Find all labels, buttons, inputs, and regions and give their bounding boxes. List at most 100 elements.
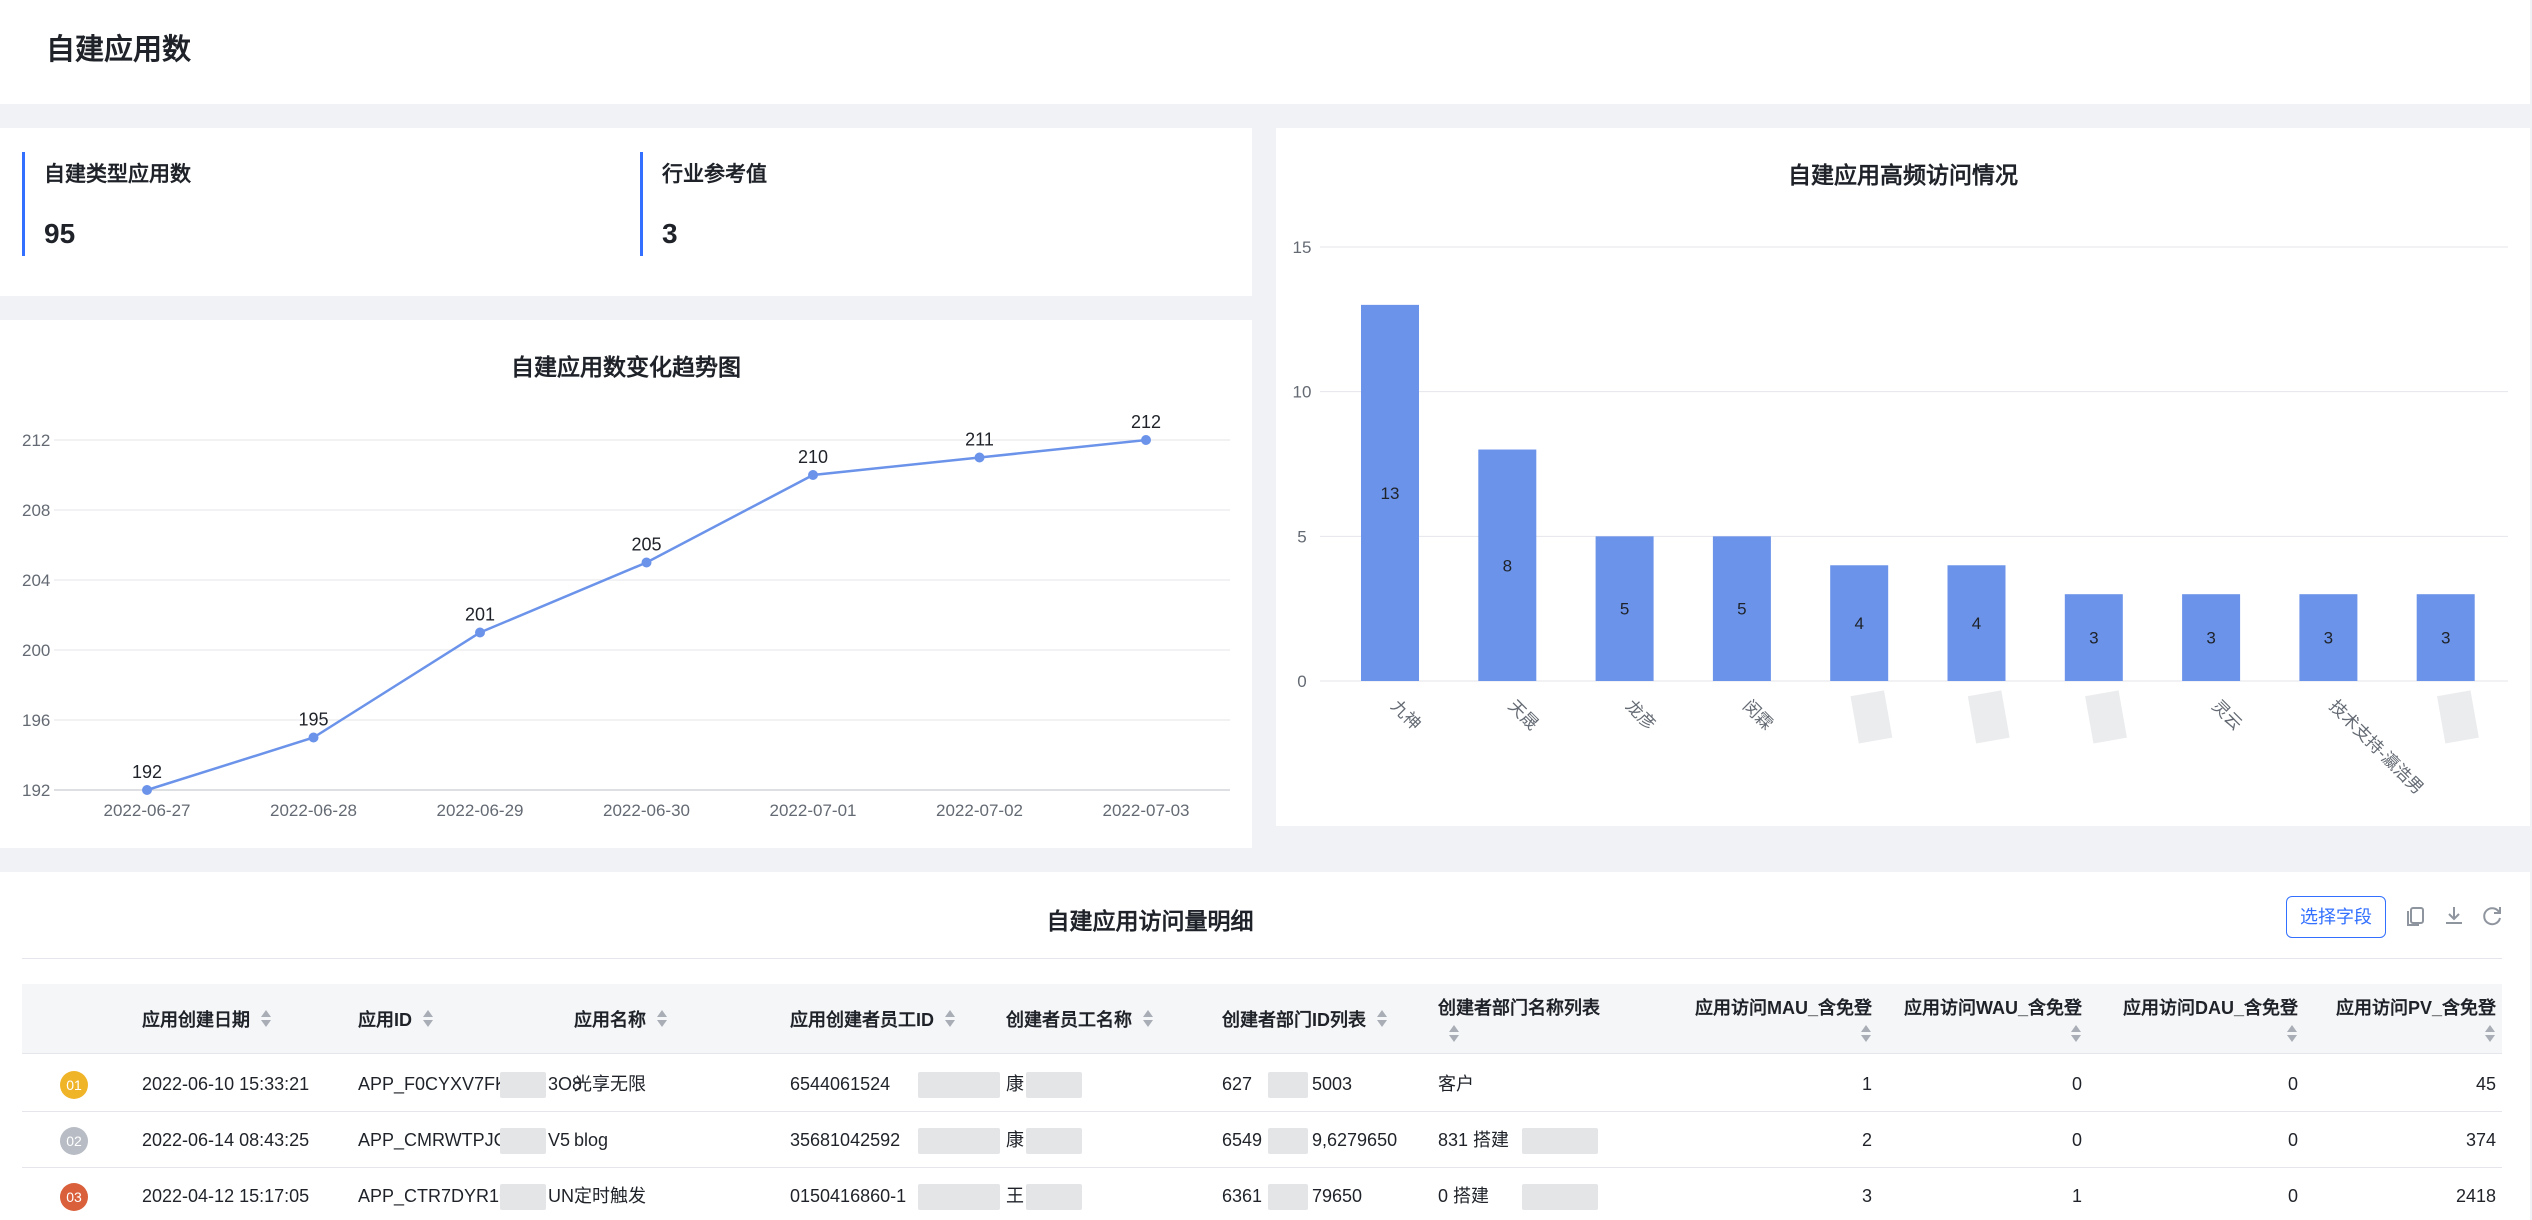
x-tick-label: 灵云 bbox=[2208, 696, 2245, 733]
cell-dept-ids-tail: 9,6279650 bbox=[1312, 1130, 1398, 1150]
sort-icon[interactable] bbox=[656, 1009, 668, 1029]
download-icon[interactable] bbox=[2440, 902, 2468, 930]
bar-value-label: 5 bbox=[1737, 600, 1746, 619]
cell-creator-name: 王 bbox=[1006, 1186, 1024, 1206]
data-point bbox=[475, 627, 485, 638]
refresh-icon[interactable] bbox=[2478, 902, 2506, 930]
redacted-block bbox=[1268, 1184, 1308, 1210]
bar-value-label: 3 bbox=[2089, 629, 2098, 648]
sort-icon[interactable] bbox=[2484, 1024, 2496, 1044]
y-tick-label: 212 bbox=[22, 431, 50, 450]
trend-line-chart: 192 196 200 204 208 212 192 2022-06-27 195 2022-0… bbox=[22, 412, 1230, 820]
x-tick-label: 2022-06-29 bbox=[437, 801, 524, 820]
table-row[interactable]: 03 2022-04-12 15:17:05 APP_CTR7DYR1C UN 定时触发… bbox=[22, 1168, 2502, 1220]
kpi-panel: 自建类型应用数 95 行业参考值 3 bbox=[0, 128, 1252, 296]
sort-icon[interactable] bbox=[1142, 1009, 1154, 1029]
table-divider bbox=[22, 958, 2502, 959]
cell-dept-names: 831 搭建 bbox=[1438, 1130, 1510, 1150]
cell-dept-ids: 6361 bbox=[1222, 1186, 1263, 1206]
cell-mau: 1 bbox=[1861, 1074, 1872, 1094]
column-header-app-name[interactable]: 应用名称 bbox=[574, 984, 668, 1054]
redacted-label bbox=[2085, 690, 2127, 744]
cell-app-name: 光享无限 bbox=[574, 1074, 646, 1094]
column-header-pv[interactable]: 应用访问PV_含免登 bbox=[2308, 984, 2496, 1054]
y-tick-label: 196 bbox=[22, 711, 50, 730]
cell-wau: 0 bbox=[2071, 1074, 2082, 1094]
column-header-dept-names[interactable]: 创建者部门名称列表 bbox=[1438, 984, 1600, 1054]
data-label: 210 bbox=[798, 447, 828, 467]
cell-app-id: APP_CMRWTPJGS bbox=[358, 1130, 520, 1150]
data-label: 205 bbox=[631, 535, 661, 555]
x-tick-label: 九神 bbox=[1387, 696, 1424, 733]
page-title: 自建应用数 bbox=[46, 34, 192, 66]
bar-value-label: 3 bbox=[2324, 629, 2333, 648]
sort-icon[interactable] bbox=[2070, 1024, 2082, 1044]
sort-icon[interactable] bbox=[944, 1009, 956, 1029]
select-fields-button[interactable]: 选择字段 bbox=[2286, 896, 2386, 938]
sort-icon[interactable] bbox=[1860, 1024, 1872, 1044]
data-point bbox=[142, 785, 152, 795]
table-header: 应用创建日期 应用ID 应用名称 应用创建者员工ID 创建者员工名称 创建者部门… bbox=[22, 984, 2502, 1054]
table-row[interactable]: 01 2022-06-10 15:33:21 APP_F0CYXV7FK 3O8 光享无… bbox=[22, 1056, 2502, 1112]
data-label: 201 bbox=[465, 605, 495, 625]
column-header-mau[interactable]: 应用访问MAU_含免登 bbox=[1622, 984, 1872, 1054]
bar-chart: 0 5 10 15 13 九神 8 天晟 5 龙彦 5 闵霖 4 4 3 3 灵云 3 技术支持-瀛浩男 3 bbox=[1293, 238, 2508, 798]
column-header-creator-name[interactable]: 创建者员工名称 bbox=[1006, 984, 1154, 1054]
cell-creator-id: 35681042592 bbox=[790, 1130, 901, 1150]
y-tick-label: 200 bbox=[22, 641, 50, 660]
cell-app-id-tail: V5 bbox=[548, 1130, 571, 1150]
column-header-creator-id[interactable]: 应用创建者员工ID bbox=[790, 984, 956, 1054]
column-header-wau[interactable]: 应用访问WAU_含免登 bbox=[1882, 984, 2082, 1054]
redacted-block bbox=[1026, 1128, 1082, 1154]
data-label: 195 bbox=[298, 710, 328, 730]
sort-icon[interactable] bbox=[260, 1009, 272, 1029]
redacted-block bbox=[1522, 1184, 1598, 1210]
data-point bbox=[974, 452, 985, 463]
kpi-label: 自建类型应用数 bbox=[44, 163, 191, 186]
cell-creator-name: 康 bbox=[1006, 1130, 1024, 1150]
cell-mau: 3 bbox=[1861, 1186, 1872, 1206]
bar-value-label: 4 bbox=[1854, 614, 1863, 633]
table-row[interactable]: 02 2022-06-14 08:43:25 APP_CMRWTPJGS V5 blog… bbox=[22, 1112, 2502, 1168]
sort-icon[interactable] bbox=[1376, 1009, 1388, 1029]
column-header-dept-ids[interactable]: 创建者部门ID列表 bbox=[1222, 984, 1388, 1054]
column-header-create-date[interactable]: 应用创建日期 bbox=[142, 984, 272, 1054]
bar-chart-panel: 自建应用高频访问情况 0 5 10 15 13 九神 8 天晟 5 龙彦 5 闵霖 4 4 3 3 灵云 3 技术支… bbox=[1276, 128, 2530, 826]
cell-app-id: APP_F0CYXV7FK bbox=[358, 1074, 508, 1094]
redacted-block bbox=[1026, 1184, 1082, 1210]
cell-create-date: 2022-06-10 15:33:21 bbox=[142, 1074, 310, 1094]
bar-value-label: 3 bbox=[2206, 629, 2215, 648]
x-tick-label: 2022-06-27 bbox=[104, 801, 191, 820]
redacted-block bbox=[918, 1072, 1000, 1098]
data-point bbox=[1141, 435, 1151, 445]
rank-badge: 01 bbox=[60, 1071, 88, 1099]
x-tick-label: 2022-07-01 bbox=[770, 801, 857, 820]
cell-dau: 0 bbox=[2287, 1074, 2298, 1094]
data-point bbox=[308, 732, 319, 743]
sort-icon[interactable] bbox=[2286, 1024, 2298, 1044]
data-point bbox=[808, 470, 818, 480]
copy-icon[interactable] bbox=[2402, 902, 2430, 930]
cell-dept-ids-tail: 79650 bbox=[1312, 1186, 1363, 1206]
cell-pv: 45 bbox=[2475, 1074, 2496, 1094]
sort-icon[interactable] bbox=[1448, 1024, 1460, 1044]
column-header-dau[interactable]: 应用访问DAU_含免登 bbox=[2092, 984, 2298, 1054]
cell-dept-ids-tail: 5003 bbox=[1312, 1074, 1353, 1094]
redacted-block bbox=[500, 1128, 546, 1154]
redacted-block bbox=[1026, 1072, 1082, 1098]
page-header: 自建应用数 bbox=[0, 0, 2530, 104]
data-label: 212 bbox=[1131, 412, 1161, 432]
redacted-block bbox=[500, 1072, 546, 1098]
y-tick-label: 208 bbox=[22, 501, 50, 520]
column-header-app-id[interactable]: 应用ID bbox=[358, 984, 434, 1054]
bar-value-label: 13 bbox=[1381, 484, 1400, 503]
bar-value-label: 5 bbox=[1620, 600, 1629, 619]
redacted-label bbox=[1967, 690, 2010, 744]
cell-creator-id: 0150416860-1 bbox=[790, 1186, 907, 1206]
cell-create-date: 2022-04-12 15:17:05 bbox=[142, 1186, 310, 1206]
kpi-self-built-apps: 自建类型应用数 95 bbox=[22, 152, 191, 256]
redacted-block bbox=[500, 1184, 546, 1210]
data-label: 192 bbox=[132, 762, 162, 782]
y-tick-label: 5 bbox=[1297, 527, 1306, 546]
sort-icon[interactable] bbox=[422, 1009, 434, 1029]
